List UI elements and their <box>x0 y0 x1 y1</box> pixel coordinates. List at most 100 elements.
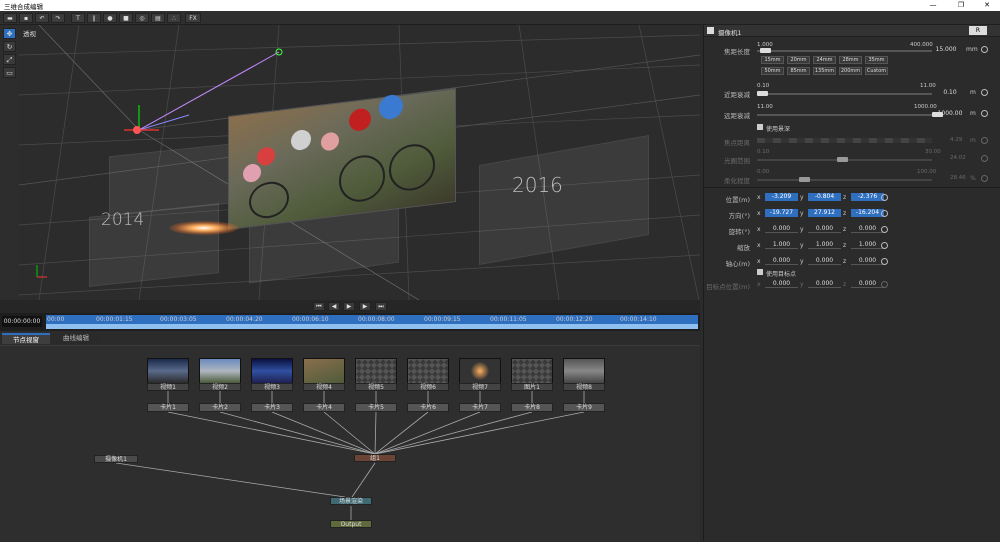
rotation-field[interactable]: 0.000 <box>851 225 884 233</box>
current-time[interactable]: 00:00:00:00 <box>2 316 42 327</box>
focal-keyframe-icon[interactable] <box>981 46 988 53</box>
blur-slider-thumb[interactable] <box>799 177 810 182</box>
pivot-field[interactable]: 0.000 <box>851 257 884 265</box>
focal-slider[interactable] <box>757 48 932 53</box>
node-video[interactable]: 视频7 <box>459 383 501 391</box>
dof-checkbox[interactable] <box>757 124 763 130</box>
open-icon[interactable]: ▬ <box>3 13 17 23</box>
focal-preset-button[interactable]: 35mm <box>865 56 888 64</box>
focal-preset-button[interactable]: Custom <box>865 67 888 75</box>
node-video[interactable]: 视频3 <box>251 383 293 391</box>
aperture-slider[interactable] <box>757 157 932 162</box>
node-video[interactable]: 视频6 <box>407 383 449 391</box>
target-position-field[interactable]: 0.000 <box>765 280 798 288</box>
blur-slider[interactable] <box>757 177 932 182</box>
scale-field[interactable]: 1.000 <box>851 241 884 249</box>
focal-preset-button[interactable]: 85mm <box>787 67 810 75</box>
node-card[interactable]: 卡片7 <box>459 403 501 412</box>
node-camera[interactable]: 摄像机1 <box>94 455 138 463</box>
direction-field[interactable]: -16.204 <box>851 209 884 217</box>
node-video[interactable]: 视频1 <box>147 383 189 391</box>
focus-keyframe-icon[interactable] <box>981 137 988 144</box>
3d-viewport[interactable]: 透视 2014 2015 2 <box>19 25 700 300</box>
minimize-button[interactable]: — <box>920 0 946 11</box>
node-card[interactable]: 卡片3 <box>251 403 293 412</box>
node-card[interactable]: 卡片9 <box>563 403 605 412</box>
node-card[interactable]: 卡片4 <box>303 403 345 412</box>
focal-preset-button[interactable]: 20mm <box>787 56 810 64</box>
focal-preset-button[interactable]: 135mm <box>813 67 836 75</box>
timeline[interactable]: 00:00:00:00 00:00 00:00:01:15 00:00:03:05 0… <box>0 313 700 331</box>
node-card[interactable]: 卡片1 <box>147 403 189 412</box>
timeline-range[interactable] <box>46 324 698 329</box>
node-video[interactable]: 视频5 <box>355 383 397 391</box>
node-thumbnail[interactable] <box>355 358 397 384</box>
position-field[interactable]: -2.376 <box>851 193 884 201</box>
fx-button[interactable]: FX <box>185 13 201 23</box>
node-card[interactable]: 卡片2 <box>199 403 241 412</box>
save-icon[interactable]: ▪ <box>19 13 33 23</box>
text-icon[interactable]: T <box>71 13 85 23</box>
near-keyframe-icon[interactable] <box>981 89 988 96</box>
node-thumbnail[interactable] <box>511 358 553 384</box>
step-back-icon[interactable]: ◀ <box>328 302 340 311</box>
node-thumbnail[interactable] <box>251 358 293 384</box>
close-button[interactable]: ✕ <box>974 0 1000 11</box>
go-end-icon[interactable]: ⏭ <box>375 302 387 311</box>
scale-field[interactable]: 1.000 <box>765 241 798 249</box>
pivot-keyframe-icon[interactable] <box>881 258 888 265</box>
node-card[interactable]: 卡片5 <box>355 403 397 412</box>
play-icon[interactable]: ▶ <box>343 302 355 311</box>
particle-icon[interactable]: ∴ <box>167 13 181 23</box>
node-card[interactable]: 卡片6 <box>407 403 449 412</box>
node-output[interactable]: Output <box>330 520 372 528</box>
redo-icon[interactable]: ↷ <box>51 13 65 23</box>
node-graph[interactable]: 视频1 卡片1 视频2 卡片2 视频3 卡片3 视频4 卡片4 视频5 卡片5 视频6 卡片6 视频7 卡… <box>0 345 700 541</box>
scale-field[interactable]: 1.000 <box>808 241 841 249</box>
focus-slider[interactable] <box>757 138 932 143</box>
node-group[interactable]: 组1 <box>354 454 396 462</box>
tab-curve-editor[interactable]: 曲线编辑 <box>52 333 100 344</box>
shape-icon[interactable]: ■ <box>119 13 133 23</box>
position-keyframe-icon[interactable] <box>881 194 888 201</box>
node-video[interactable]: 视频2 <box>199 383 241 391</box>
focal-value[interactable]: 15.000 <box>928 46 964 54</box>
target-position-keyframe-icon[interactable] <box>881 281 888 288</box>
scale-tool-icon[interactable]: ⤢ <box>3 54 16 65</box>
direction-keyframe-icon[interactable] <box>881 210 888 217</box>
node-thumbnail[interactable] <box>563 358 605 384</box>
pivot-field[interactable]: 0.000 <box>765 257 798 265</box>
rotate-tool-icon[interactable]: ↻ <box>3 41 16 52</box>
node-video[interactable]: 视频4 <box>303 383 345 391</box>
target-checkbox[interactable] <box>757 269 763 275</box>
restore-button[interactable]: ❐ <box>948 0 974 11</box>
rotation-field[interactable]: 0.000 <box>808 225 841 233</box>
far-slider[interactable] <box>757 112 943 117</box>
target-position-field[interactable]: 0.000 <box>808 280 841 288</box>
node-video[interactable]: 视频8 <box>563 383 605 391</box>
focal-preset-button[interactable]: 50mm <box>761 67 784 75</box>
node-thumbnail[interactable] <box>147 358 189 384</box>
undo-icon[interactable]: ↶ <box>35 13 49 23</box>
node-thumbnail[interactable] <box>407 358 449 384</box>
light-icon[interactable]: ❙ <box>87 13 101 23</box>
near-slider-thumb[interactable] <box>757 91 768 96</box>
reset-button[interactable]: R <box>969 26 987 35</box>
focal-preset-button[interactable]: 28mm <box>839 56 862 64</box>
image-icon[interactable]: ▤ <box>151 13 165 23</box>
node-card[interactable]: 卡片8 <box>511 403 553 412</box>
rotation-keyframe-icon[interactable] <box>881 226 888 233</box>
scale-keyframe-icon[interactable] <box>881 242 888 249</box>
focal-preset-button[interactable]: 24mm <box>813 56 836 64</box>
position-field[interactable]: -0.804 <box>808 193 841 201</box>
rotation-field[interactable]: 0.000 <box>765 225 798 233</box>
move-tool-icon[interactable]: ✥ <box>3 28 16 39</box>
focal-slider-thumb[interactable] <box>760 48 771 53</box>
tab-node-view[interactable]: 节点视窗 <box>2 333 50 344</box>
near-slider[interactable] <box>757 91 932 96</box>
blur-keyframe-icon[interactable] <box>981 175 988 182</box>
camera-icon[interactable]: ◎ <box>135 13 149 23</box>
far-value[interactable]: 1000.00 <box>934 110 966 118</box>
step-forward-icon[interactable]: ▶ <box>359 302 371 311</box>
aperture-keyframe-icon[interactable] <box>981 155 988 162</box>
